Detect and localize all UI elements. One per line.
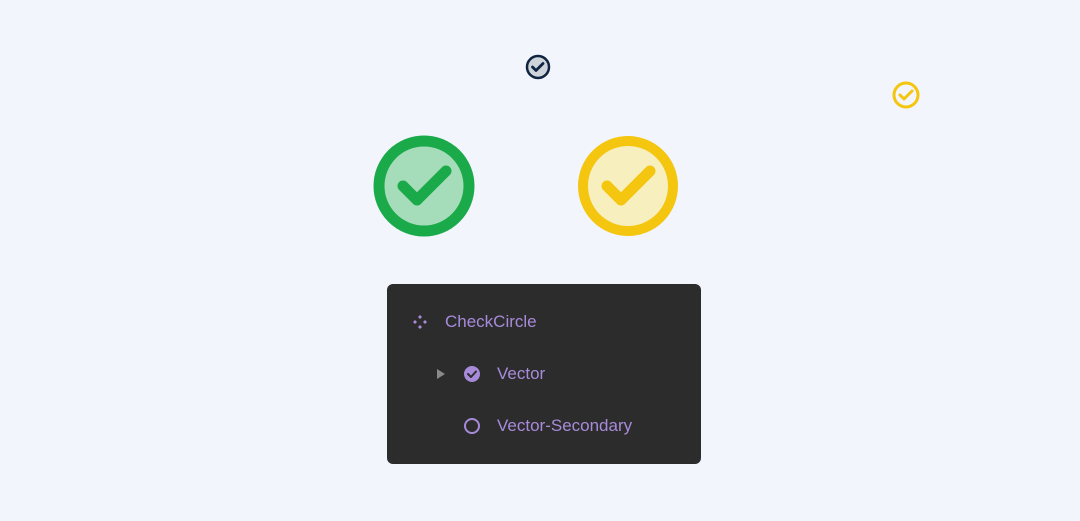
component-icon [411, 313, 429, 331]
layer-label: Vector [497, 364, 545, 384]
layer-label: Vector-Secondary [497, 416, 632, 436]
check-circle-icon [524, 53, 552, 81]
check-circle-dark-small [524, 53, 552, 81]
layer-row-vector-secondary[interactable]: Vector-Secondary [387, 400, 701, 452]
check-circle-green-large [370, 132, 478, 240]
check-circle-yellow-small [891, 80, 921, 110]
check-circle-icon [574, 132, 682, 240]
check-circle-yellow-large [574, 132, 682, 240]
layer-label: CheckCircle [445, 312, 537, 332]
layer-row-vector[interactable]: Vector [387, 348, 701, 400]
layers-panel: CheckCircle Vector Vector-Secondary [387, 284, 701, 464]
check-circle-icon [370, 132, 478, 240]
vector-filled-icon [463, 365, 481, 383]
check-circle-icon [891, 80, 921, 110]
vector-outline-icon [463, 417, 481, 435]
disclosure-triangle-icon[interactable] [435, 368, 447, 380]
layer-row-component[interactable]: CheckCircle [387, 296, 701, 348]
